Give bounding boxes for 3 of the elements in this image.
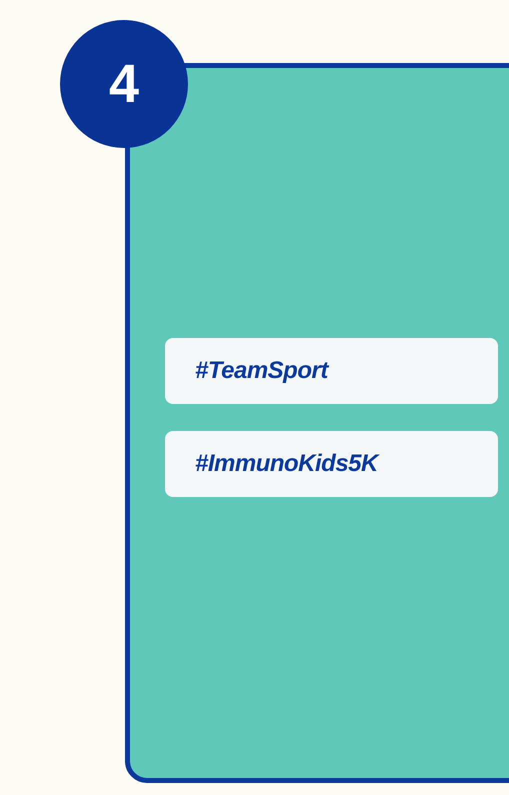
step-number-badge: 4 [60, 20, 188, 148]
hashtag-label: #ImmunoKids5K [165, 431, 498, 497]
hashtag-label: #TeamSport [165, 338, 498, 404]
